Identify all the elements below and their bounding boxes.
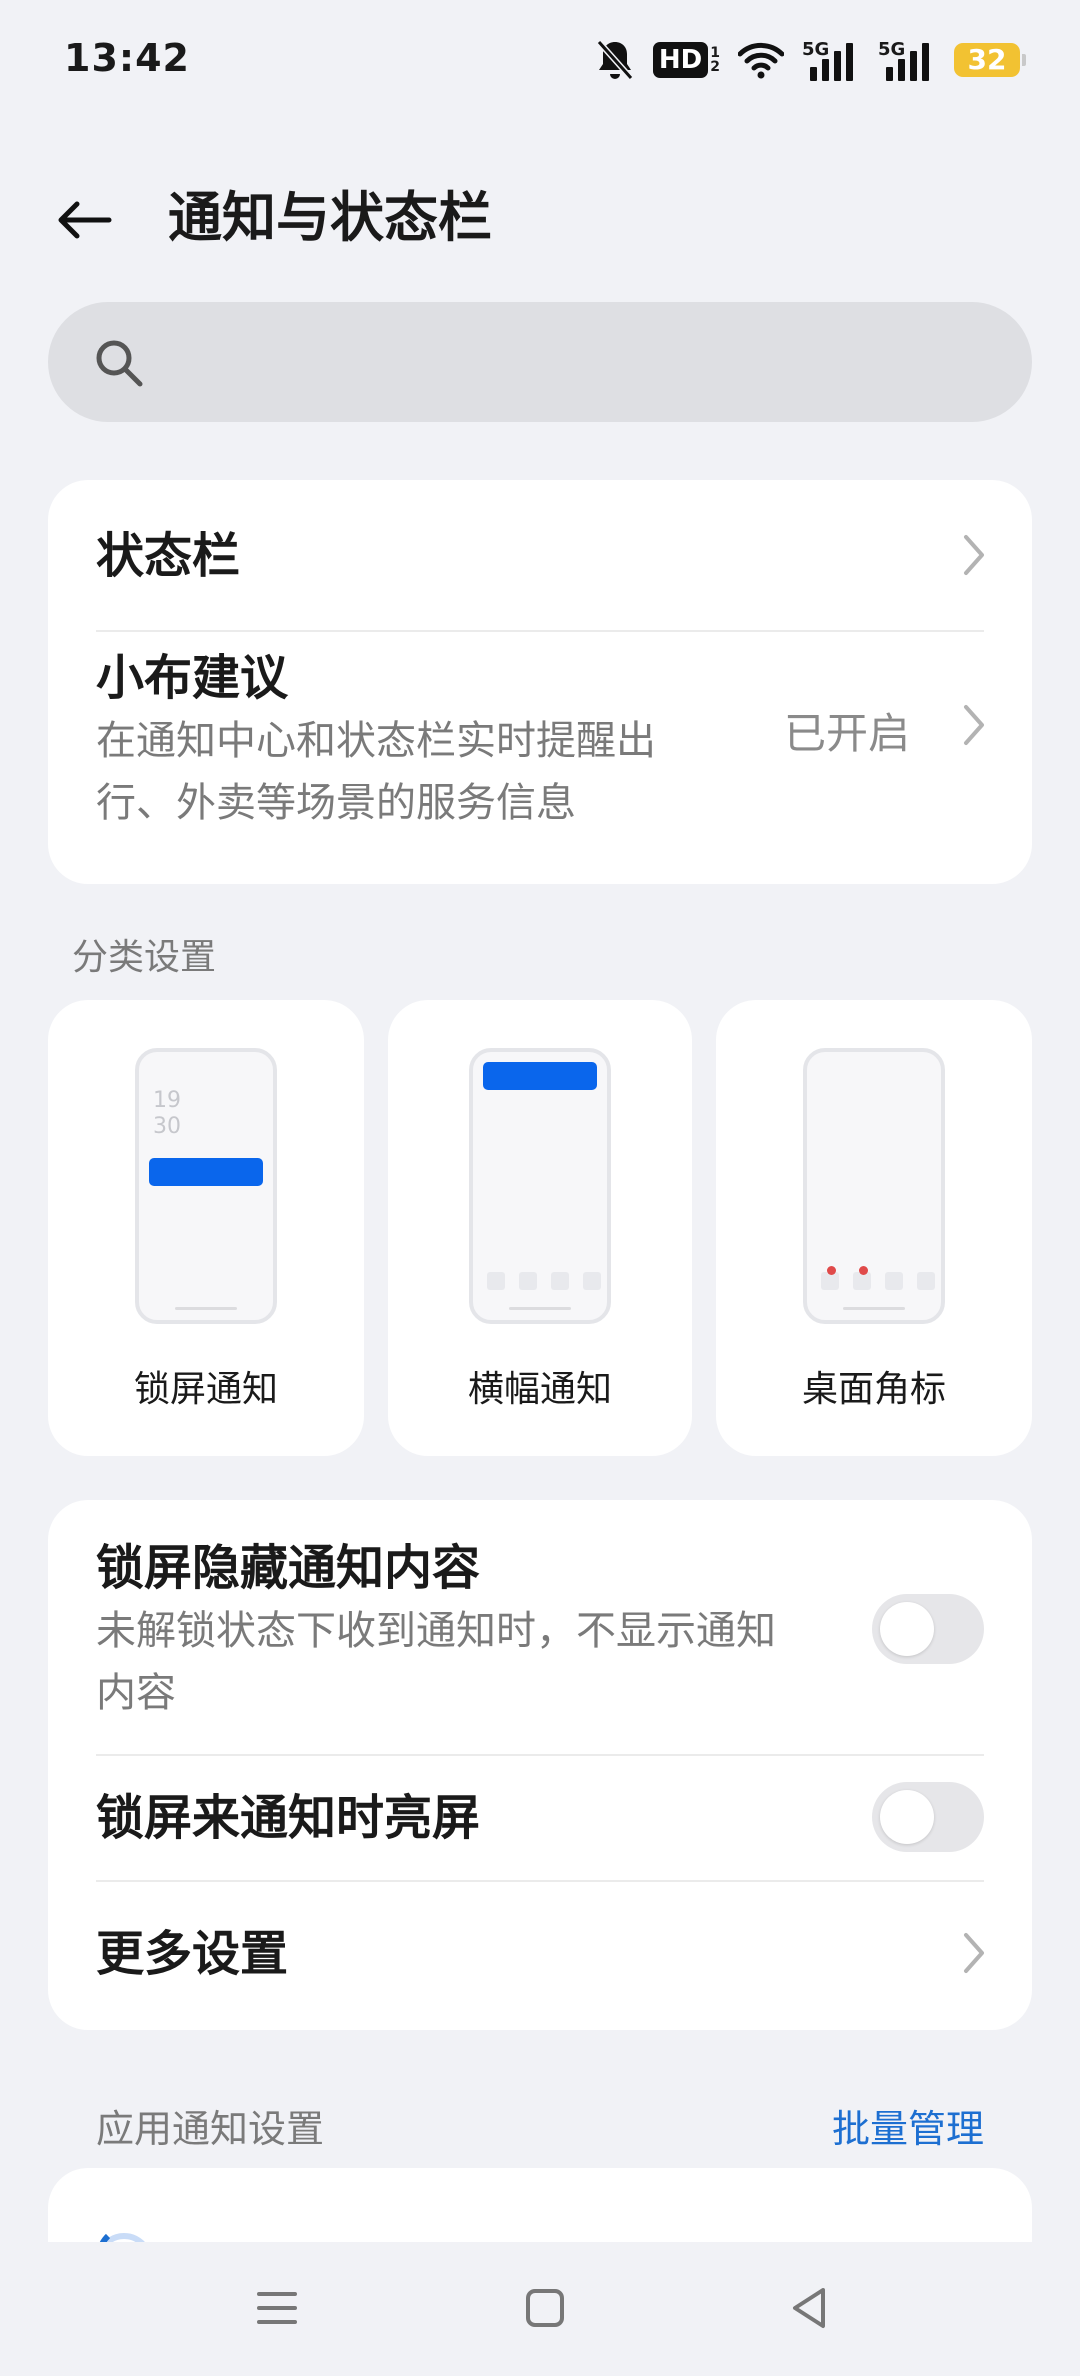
- menu-nav-button[interactable]: [232, 2268, 322, 2348]
- signal-5g-icon: 5G: [802, 39, 860, 81]
- banner-notification-tile[interactable]: 横幅通知: [388, 1000, 692, 1456]
- status-icons: HD 1 2 5G 5G 32: [595, 36, 1026, 84]
- back-arrow-icon: [58, 201, 112, 239]
- batch-manage-link[interactable]: 批量管理: [832, 2098, 984, 2153]
- home-square-icon: [526, 2289, 564, 2327]
- hide-content-description-line1: 未解锁状态下收到通知时，不显示通知: [96, 1608, 776, 1654]
- menu-icon: [257, 2292, 297, 2324]
- status-suggestion-card: 状态栏 小布建议 在通知中心和状态栏实时提醒出 行、外卖等场景的服务信息 已开启: [48, 480, 1032, 884]
- back-triangle-icon: [793, 2288, 825, 2328]
- sim1-label: 5G: [802, 39, 830, 60]
- lockscreen-notification-tile[interactable]: 19 30 锁屏通知: [48, 1000, 364, 1456]
- xiaobu-description-line1: 在通知中心和状态栏实时提醒出: [96, 718, 656, 764]
- hide-content-description-line2: 内容: [96, 1670, 176, 1716]
- wake-screen-label: 锁屏来通知时亮屏: [96, 1790, 481, 1846]
- hd-sub-top: 1: [710, 45, 720, 61]
- bell-off-icon: [595, 38, 635, 82]
- notifications-settings-screen: 13:42 HD 1 2 5G 5G 32 通知与状态栏 状态栏 小布建议 在通…: [0, 0, 1080, 2376]
- sim2-label: 5G: [878, 39, 906, 60]
- chevron-right-icon: [956, 700, 992, 750]
- wake-screen-item[interactable]: 锁屏来通知时亮屏: [48, 1756, 1032, 1880]
- hd-voice-icon: HD 1 2: [652, 42, 720, 78]
- battery-icon: 32: [954, 43, 1026, 77]
- app-notification-section-label: 应用通知设置: [96, 2107, 325, 2151]
- system-nav-bar: [0, 2242, 1080, 2376]
- chevron-right-icon: [956, 530, 992, 580]
- search-input[interactable]: [158, 322, 978, 402]
- back-nav-button[interactable]: [764, 2268, 854, 2348]
- back-button[interactable]: [44, 180, 124, 260]
- chevron-right-icon: [956, 1928, 992, 1978]
- tile-label-lockscreen: 锁屏通知: [133, 1369, 278, 1410]
- page-header: 通知与状态栏: [0, 160, 1080, 270]
- xiaobu-item-label: 小布建议: [96, 650, 289, 706]
- more-settings-item[interactable]: 更多设置: [48, 1882, 1032, 2030]
- xiaobu-description-line2: 行、外卖等场景的服务信息: [96, 780, 576, 826]
- search-bar[interactable]: [48, 302, 1032, 422]
- page-title: 通知与状态栏: [168, 186, 492, 249]
- hd-sub-bottom: 2: [710, 59, 720, 75]
- status-bar: 13:42 HD 1 2 5G 5G 32: [0, 0, 1080, 120]
- xiaobu-status-value: 已开启: [783, 709, 910, 758]
- app-badge-tile[interactable]: 桌面角标: [716, 1000, 1032, 1456]
- status-bar-item-label: 状态栏: [96, 528, 241, 584]
- banner-preview-icon: [469, 1048, 611, 1324]
- badge-preview-icon: [803, 1048, 945, 1324]
- more-settings-label: 更多设置: [96, 1926, 289, 1982]
- preview-clock-hour: 19: [153, 1088, 181, 1113]
- search-icon: [96, 340, 143, 387]
- hide-content-item[interactable]: 锁屏隐藏通知内容 未解锁状态下收到通知时，不显示通知 内容: [48, 1500, 1032, 1754]
- hide-content-label: 锁屏隐藏通知内容: [96, 1540, 481, 1596]
- status-time: 13:42: [64, 36, 190, 80]
- hide-content-toggle[interactable]: [872, 1594, 984, 1664]
- wifi-icon: [738, 40, 784, 80]
- xiaobu-suggestion-item[interactable]: 小布建议 在通知中心和状态栏实时提醒出 行、外卖等场景的服务信息 已开启: [48, 632, 1032, 884]
- hd-label: HD: [652, 42, 709, 78]
- category-section-label: 分类设置: [72, 937, 217, 978]
- home-nav-button[interactable]: [500, 2268, 590, 2348]
- signal-5g-icon: 5G: [878, 39, 936, 81]
- wake-screen-toggle[interactable]: [872, 1782, 984, 1852]
- lockscreen-preview-icon: 19 30: [135, 1048, 277, 1324]
- lockscreen-options-card: 锁屏隐藏通知内容 未解锁状态下收到通知时，不显示通知 内容 锁屏来通知时亮屏 更…: [48, 1500, 1032, 2030]
- preview-clock-min: 30: [153, 1114, 181, 1139]
- tile-label-badge: 桌面角标: [801, 1369, 946, 1410]
- status-bar-settings-item[interactable]: 状态栏: [48, 480, 1032, 630]
- tile-label-banner: 横幅通知: [467, 1369, 612, 1410]
